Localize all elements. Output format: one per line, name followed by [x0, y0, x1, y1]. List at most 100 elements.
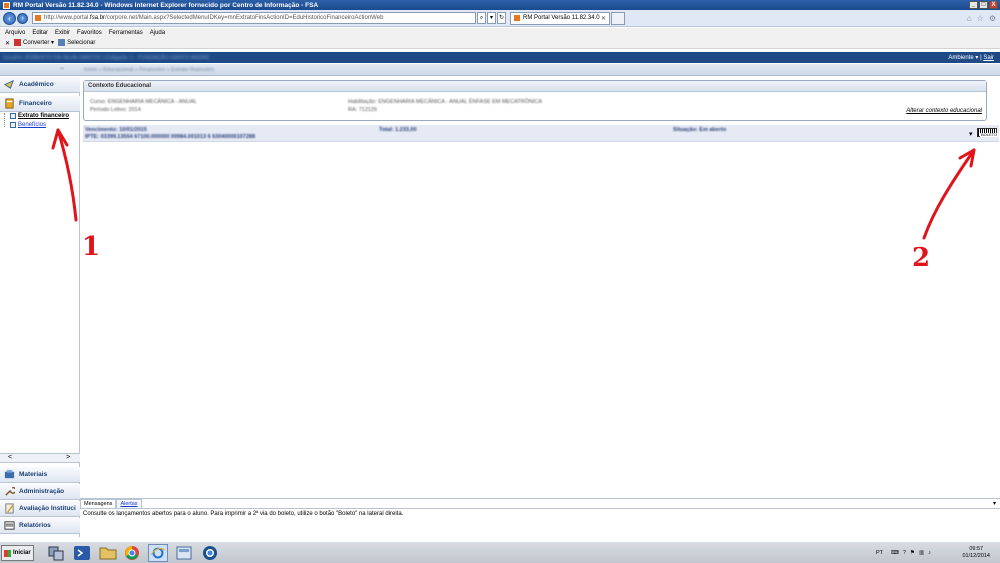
tree-line [4, 113, 5, 127]
tree-item-beneficios[interactable]: Benefícios [10, 122, 46, 128]
address-bar[interactable]: http://www.portal. fsa.br/corpore.net/Mai… [32, 12, 476, 24]
refresh-icon[interactable]: ↻ [497, 12, 506, 24]
menu-arquivo[interactable]: Arquivo [5, 30, 25, 36]
reports-icon [4, 521, 15, 530]
sidebar-label-relatorios: Relatórios [19, 522, 51, 529]
start-label: Iniciar [13, 550, 31, 556]
address-dropdown-icon[interactable]: ▾ [487, 12, 496, 24]
tab-messages[interactable]: Mensagens [80, 499, 117, 508]
browser-icons: ⌂ ☆ ⚙ [967, 14, 996, 23]
header-actions: Ambiente ▾ | Sair [948, 55, 994, 61]
close-x-icon[interactable]: ✕ [5, 40, 10, 47]
sidebar-item-administracao[interactable]: Administração [0, 484, 80, 500]
favicon-icon [35, 15, 41, 21]
search-icon[interactable]: ⌕ [477, 12, 486, 24]
logout-link[interactable]: Sair [983, 55, 994, 61]
materials-icon [4, 469, 15, 479]
menu-editar[interactable]: Editar [32, 30, 48, 36]
messages-dropdown-icon[interactable]: ▾ [993, 500, 996, 507]
tab-close-icon[interactable]: ✕ [601, 15, 606, 22]
annotation-two: 2 [912, 243, 931, 273]
wrench-icon [5, 486, 15, 496]
select-button[interactable]: Selecionar [58, 39, 95, 47]
sidebar-item-financeiro[interactable]: Financeiro [0, 96, 80, 112]
financial-icon [5, 98, 14, 109]
home-icon[interactable]: ⌂ [967, 14, 972, 23]
status: Situação: Em aberto [673, 127, 727, 133]
document-icon [10, 113, 16, 119]
collapse-icon[interactable]: ‹‹ [60, 66, 64, 72]
select-icon [58, 39, 66, 47]
tree-item-extrato[interactable]: Extrato financeiro [10, 113, 69, 119]
breadcrumb-text: Início » Educacional » Financeiro » Extr… [84, 66, 214, 73]
expand-dropdown-icon[interactable]: ▾ [969, 130, 973, 138]
explorer-icon[interactable] [174, 544, 194, 562]
powershell-icon[interactable] [72, 544, 92, 562]
document-icon [10, 122, 16, 128]
sidebar-label-administracao: Administração [19, 488, 65, 495]
scroll-left-icon[interactable]: < [8, 454, 12, 461]
alter-context-link[interactable]: Alterar contexto educacional [906, 108, 982, 114]
sidebar-label-avaliacao: Avaliação Instituci [19, 505, 76, 512]
sidebar-scrollbar[interactable]: < > [0, 453, 80, 463]
boleto-row: Vencimento: 10/01/2015 IPTE: 03399.13554… [83, 125, 999, 142]
clock[interactable]: 09:57 01/12/2014 [962, 546, 990, 560]
sidebar-item-academico[interactable]: Acadêmico [0, 77, 80, 93]
sidebar-label-academico: Acadêmico [19, 81, 54, 88]
sidebar-label-financeiro: Financeiro [19, 100, 52, 107]
forward-arrow-icon[interactable]: › [17, 12, 28, 24]
new-tab-button[interactable] [611, 11, 625, 25]
convert-button[interactable]: Converter ▾ [14, 39, 54, 47]
command-bar: ✕ Converter ▾ Selecionar [0, 38, 1000, 49]
keyboard-icon[interactable]: ⌨ [891, 550, 899, 556]
close-button[interactable]: X [989, 1, 998, 9]
folder-icon[interactable] [98, 544, 118, 562]
evaluation-icon [5, 503, 14, 514]
sidebar-item-avaliacao[interactable]: Avaliação Instituci [0, 501, 80, 517]
sidebar-item-materiais[interactable]: Materiais [0, 467, 80, 483]
tree-label-beneficios: Benefícios [18, 122, 47, 128]
taskbar: Iniciar PT ⌨ ? ⚑ ▥ ♪ 09:57 01/12/2014 [0, 541, 1000, 563]
tools-gear-icon[interactable]: ⚙ [989, 14, 996, 23]
network-tray-icon[interactable]: ▥ [919, 550, 924, 556]
favorites-star-icon[interactable]: ☆ [977, 14, 984, 23]
address-domain: fsa.br [90, 15, 106, 21]
network-icon[interactable] [46, 544, 66, 562]
window-title: RM Portal Versão 11.82.34.0 - Windows In… [13, 1, 319, 9]
menu-ferramentas[interactable]: Ferramentas [109, 30, 143, 36]
boleto-barcode-icon[interactable]: BOLETO [977, 128, 999, 137]
app-circle-icon[interactable] [200, 544, 220, 562]
menu-exibir[interactable]: Exibir [55, 30, 70, 36]
internet-explorer-icon[interactable] [148, 544, 168, 562]
breadcrumb: ‹‹ Início » Educacional » Financeiro » E… [0, 64, 1000, 76]
period-info: Período Letivo: 2014 [90, 107, 141, 113]
address-suffix: /corpore.net/Main.aspx?SelectedMenuIDKey… [105, 15, 384, 21]
user-info: Usuário: ROBERTO DA SILVA SANTOS | Colig… [3, 54, 210, 61]
course-info: Curso: ENGENHARIA MECÂNICA - ANUAL [90, 99, 197, 105]
start-button[interactable]: Iniciar [1, 545, 34, 561]
sidebar-item-relatorios[interactable]: Relatórios [0, 518, 80, 534]
tree-label-extrato: Extrato financeiro [18, 113, 70, 119]
messages-tabs: Mensagens Alertas [80, 499, 1000, 508]
financeiro-tree: Extrato financeiro Benefícios [4, 113, 80, 133]
pdf-icon [14, 39, 22, 47]
app-icon [3, 1, 10, 9]
environment-menu[interactable]: Ambiente [948, 55, 973, 61]
chrome-icon[interactable] [122, 544, 142, 562]
tab-alerts[interactable]: Alertas [116, 499, 142, 508]
minimize-button[interactable]: _ [969, 1, 978, 9]
help-icon[interactable]: ? [903, 550, 906, 556]
portal-header: Usuário: ROBERTO DA SILVA SANTOS | Colig… [0, 52, 1000, 63]
maximize-button[interactable]: □ [979, 1, 988, 9]
message-text: Consulte os lançamentos abertos para o a… [80, 508, 1000, 519]
academic-icon [4, 79, 14, 89]
language-indicator[interactable]: PT [876, 550, 883, 556]
menu-favoritos[interactable]: Favoritos [77, 30, 102, 36]
ra-info: RA: 712126 [348, 107, 378, 113]
scroll-right-icon[interactable]: > [66, 454, 70, 461]
flag-icon[interactable]: ⚑ [910, 550, 915, 556]
browser-tab[interactable]: RM Portal Versão 11.82.34.0 ✕ [510, 11, 610, 25]
volume-icon[interactable]: ♪ [928, 550, 931, 556]
back-arrow-icon[interactable]: ‹ [3, 11, 16, 25]
menu-ajuda[interactable]: Ajuda [150, 30, 165, 36]
